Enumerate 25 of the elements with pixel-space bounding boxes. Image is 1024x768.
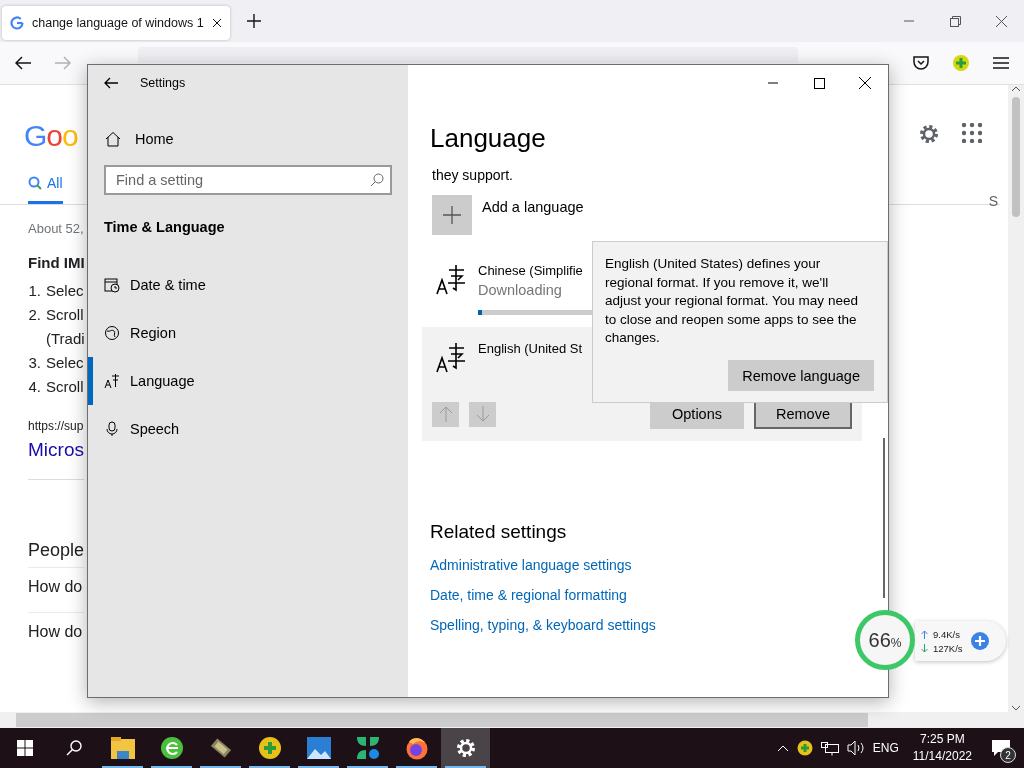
- description-text: they support.: [432, 167, 514, 183]
- result-count: About 52,: [28, 221, 84, 236]
- download-status: Downloading: [478, 282, 563, 298]
- step-number: 2.: [28, 305, 41, 325]
- step-text: Scroll (Tradi: [46, 305, 85, 349]
- download-speed: 127K/s: [933, 642, 963, 654]
- source-url: https://sup: [28, 419, 84, 433]
- section-heading: Related settings: [430, 521, 568, 543]
- snippet-heading: Find IMI: [28, 254, 85, 271]
- upload-speed: 9.4K/s: [933, 628, 961, 640]
- language-name: English (United St: [478, 341, 583, 356]
- step-number: 3.: [28, 353, 41, 373]
- flyout-message: English (United States) defines your regional format. If you remove it, we'll adjust your regional format. You may need to close and reopen some apps to see the changes.: [605, 255, 859, 348]
- section-heading: People: [28, 540, 85, 561]
- page-heading: Language: [430, 123, 547, 154]
- step-number: 4.: [28, 377, 41, 397]
- step-number: 1.: [28, 281, 41, 301]
- language-name: Chinese (Simplifie: [478, 263, 583, 278]
- window-title: Settings: [140, 76, 186, 90]
- step-text: Selec: [46, 281, 84, 301]
- step-text: Selec: [46, 353, 84, 373]
- category-heading: Time & Language: [104, 219, 226, 235]
- tab-title: change language of windows 1: [32, 16, 204, 30]
- step-text: Scroll: [46, 377, 84, 397]
- gauge-value: 66%: [868, 628, 902, 652]
